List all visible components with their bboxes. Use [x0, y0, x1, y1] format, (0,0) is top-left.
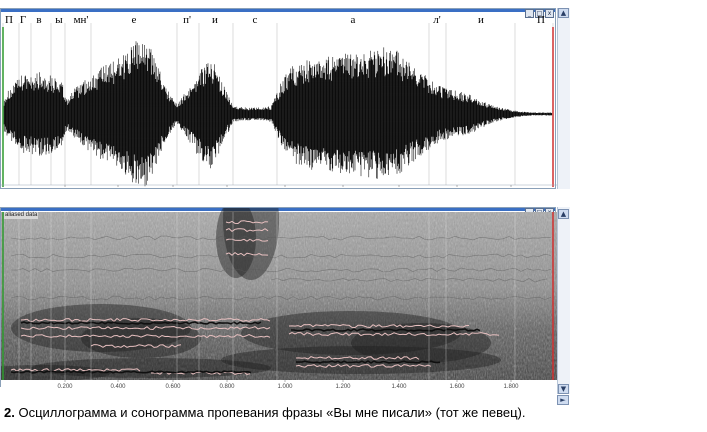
time-tick-label: 0.400 [110, 384, 126, 388]
aliased-data-label: aliased data [4, 212, 39, 219]
time-tick-label: 0.600 [165, 384, 181, 388]
waveform [3, 41, 553, 187]
scroll-up-button[interactable]: ▲ [558, 8, 569, 18]
time-tick-label: 1.200 [335, 384, 351, 388]
phoneme-label: в [36, 14, 41, 26]
phoneme-label: л' [433, 14, 440, 26]
phoneme-label: е [132, 14, 137, 26]
time-tick-label: 1.800 [503, 384, 519, 388]
phoneme-label: и [212, 14, 218, 26]
phoneme-label: мн' [74, 14, 89, 26]
figure-caption: 2. Осциллограмма и сонограмма пропевания… [4, 405, 525, 420]
scroll-right-button[interactable]: ► [557, 395, 569, 405]
oscillogram-window: _ □ x ПГвымн'еп'исал'иП 0.2000.4000.6000… [0, 8, 557, 190]
spectrogram-window: _ □ x 0.2000.4000.600 [0, 207, 557, 388]
scroll-down-button[interactable]: ▼ [558, 384, 569, 394]
time-tick-label: 0.800 [219, 384, 235, 388]
phoneme-label: а [351, 14, 356, 26]
scroll-up-button[interactable]: ▲ [558, 209, 569, 219]
oscillogram-plot[interactable]: ПГвымн'еп'исал'иП 0.2000.4000.6000.8001.… [1, 9, 557, 190]
phoneme-label: и [478, 14, 484, 26]
phoneme-label: Г [20, 14, 26, 26]
time-tick-label: 1.400 [391, 384, 407, 388]
phoneme-label: П [5, 14, 13, 26]
phoneme-label: ы [55, 14, 63, 26]
time-tick-label: 1.600 [449, 384, 465, 388]
time-tick-label: 0.200 [57, 384, 73, 388]
spectrogram-plot[interactable]: 0.200 0.400 0.600 0.800 1.000 1.200 1.400 1.600… [1, 208, 557, 388]
caption-text: Осциллограмма и сонограмма пропевания фр… [14, 405, 526, 420]
spectrogram-scrollbar[interactable]: ▲ ▼ [557, 207, 570, 394]
time-tick-label: 1.000 [277, 384, 293, 388]
phoneme-label: п' [183, 14, 191, 26]
caption-number: 2. [4, 405, 15, 420]
phoneme-label: с [253, 14, 258, 26]
oscillogram-scrollbar[interactable]: ▲ [557, 8, 570, 189]
phoneme-label: П [537, 14, 545, 26]
